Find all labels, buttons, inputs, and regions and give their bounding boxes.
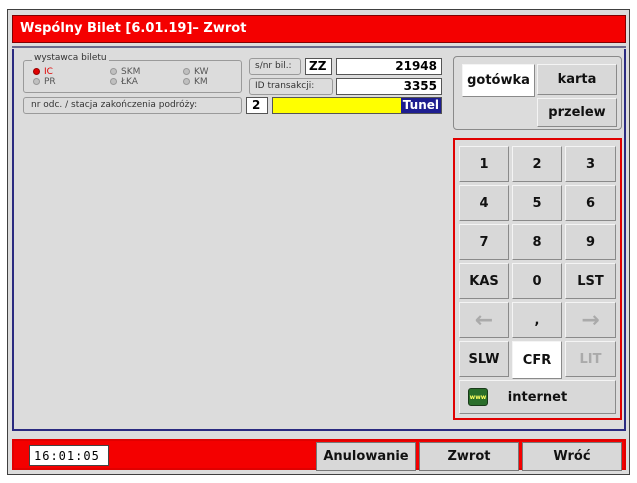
- key-slw[interactable]: SLW: [459, 341, 509, 377]
- radio-icon: [33, 78, 40, 85]
- cancel-button[interactable]: Anulowanie: [316, 442, 416, 471]
- key-9[interactable]: 9: [565, 224, 616, 260]
- radio-lka[interactable]: ŁKA: [110, 77, 138, 87]
- key-cfr[interactable]: CFR: [512, 341, 562, 379]
- clock: 16:01:05: [29, 445, 109, 466]
- key-6[interactable]: 6: [565, 185, 616, 221]
- station-field[interactable]: Tunel: [272, 97, 442, 114]
- station-name: Tunel: [400, 98, 441, 113]
- key-lit[interactable]: LIT: [565, 341, 616, 377]
- radio-km[interactable]: KM: [183, 77, 208, 87]
- key-3[interactable]: 3: [565, 146, 616, 182]
- key-lst[interactable]: LST: [565, 263, 616, 299]
- radio-kw[interactable]: KW: [183, 67, 208, 77]
- globe-icon: www: [468, 388, 488, 406]
- key-5[interactable]: 5: [512, 185, 562, 221]
- internet-button[interactable]: www internet: [459, 380, 616, 414]
- ticket-number-field[interactable]: 21948: [336, 58, 442, 75]
- window-title: Wspólny Bilet [6.01.19]– Zwrot: [12, 15, 626, 43]
- radio-icon: [183, 78, 190, 85]
- key-7[interactable]: 7: [459, 224, 509, 260]
- radio-selected-icon: [33, 68, 40, 75]
- key-2[interactable]: 2: [512, 146, 562, 182]
- title-separator: [12, 46, 626, 48]
- radio-icon: [183, 68, 190, 75]
- arrow-left-icon: ←: [474, 307, 494, 333]
- cash-button[interactable]: gotówka: [462, 64, 535, 97]
- internet-label: internet: [507, 389, 568, 405]
- key-kas[interactable]: KAS: [459, 263, 509, 299]
- refund-button[interactable]: Zwrot: [419, 442, 519, 471]
- radio-ic[interactable]: IC: [33, 67, 53, 77]
- radio-icon: [110, 68, 117, 75]
- ticket-series-field[interactable]: ZZ: [305, 58, 332, 75]
- station-label: nr odc. / stacja zakończenia podróży:: [23, 97, 242, 114]
- radio-skm[interactable]: SKM: [110, 67, 140, 77]
- radio-pr[interactable]: PR: [33, 77, 56, 87]
- key-comma[interactable]: ,: [512, 302, 562, 338]
- key-1[interactable]: 1: [459, 146, 509, 182]
- key-8[interactable]: 8: [512, 224, 562, 260]
- back-button[interactable]: Wróć: [522, 442, 622, 471]
- arrow-right-icon: →: [581, 307, 600, 333]
- key-right-arrow[interactable]: →: [565, 302, 616, 338]
- card-button[interactable]: karta: [537, 64, 617, 95]
- ticket-number-label: s/nr bil.:: [249, 58, 301, 75]
- transfer-button[interactable]: przelew: [537, 98, 617, 127]
- transaction-id-label: ID transakcji:: [249, 78, 333, 95]
- key-left-arrow[interactable]: ←: [459, 302, 509, 338]
- key-4[interactable]: 4: [459, 185, 509, 221]
- key-0[interactable]: 0: [512, 263, 562, 299]
- issuer-legend: wystawca biletu: [32, 53, 109, 63]
- transaction-id-field[interactable]: 3355: [336, 78, 442, 95]
- radio-icon: [110, 78, 117, 85]
- segment-field[interactable]: 2: [246, 97, 268, 114]
